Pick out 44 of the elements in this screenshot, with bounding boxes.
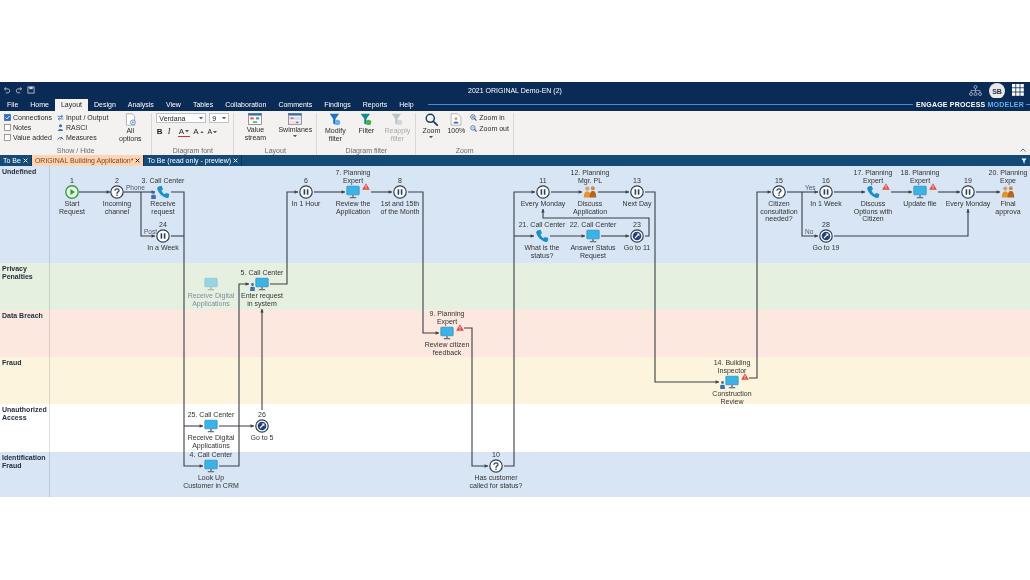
close-icon[interactable] — [135, 158, 141, 163]
connector-arrow — [597, 190, 630, 194]
magnifier-icon — [424, 113, 438, 126]
funnel-icon — [329, 113, 342, 126]
caret-icon — [199, 130, 204, 134]
swimlanes-icon — [288, 113, 303, 125]
connector-arrow — [313, 190, 346, 194]
checkbox[interactable] — [4, 114, 11, 121]
page-icon — [450, 113, 463, 126]
caret-icon — [199, 116, 204, 120]
funnel-icon — [391, 113, 404, 126]
zoom-in-icon — [470, 114, 478, 121]
connector-arrow — [550, 190, 583, 194]
value-stream-icon — [248, 113, 263, 125]
save-icon[interactable] — [27, 86, 35, 94]
connector-line — [170, 235, 185, 237]
checkbox[interactable] — [4, 134, 11, 141]
caret-icon — [185, 130, 190, 133]
connector-arrow — [937, 190, 961, 194]
caret-icon — [429, 135, 434, 138]
funnel-icon — [360, 113, 373, 126]
zoom-out-icon — [470, 125, 478, 132]
collapse-icon[interactable] — [1020, 148, 1026, 152]
gauge-icon — [56, 134, 64, 141]
connector-arrow — [975, 190, 1001, 194]
connector-arrow — [370, 190, 393, 194]
apps-grid-icon[interactable] — [1012, 84, 1024, 96]
caret-icon — [213, 130, 218, 134]
font-color-button[interactable]: A — [178, 127, 190, 137]
grow-font-button[interactable]: A — [192, 127, 205, 137]
checkbox[interactable] — [4, 124, 11, 131]
person-icon — [56, 124, 64, 131]
redo-icon[interactable] — [15, 86, 23, 94]
italic-button[interactable]: I — [167, 127, 176, 137]
arrows-icon — [56, 114, 64, 121]
filter-icon[interactable] — [1021, 157, 1027, 164]
caret-icon — [222, 116, 227, 120]
connector-arrow — [78, 190, 111, 194]
undo-icon[interactable] — [3, 86, 11, 94]
connector-arrow — [890, 190, 913, 194]
bold-button[interactable]: B — [156, 127, 165, 137]
connector-arrow — [833, 190, 866, 194]
network-icon[interactable] — [969, 84, 982, 96]
caret-icon — [293, 134, 298, 137]
